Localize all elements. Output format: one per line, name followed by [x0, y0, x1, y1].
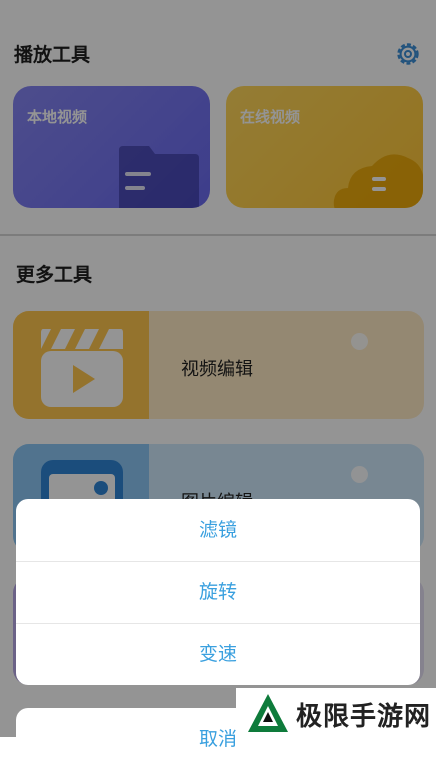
watermark-logo — [248, 694, 288, 732]
watermark-text: 极限手游网 — [296, 702, 432, 732]
action-sheet: 滤镜 旋转 变速 — [16, 499, 420, 685]
option-speed[interactable]: 变速 — [16, 623, 420, 685]
option-filter[interactable]: 滤镜 — [16, 499, 420, 562]
option-rotate[interactable]: 旋转 — [16, 561, 420, 624]
watermark: 极限手游网 — [236, 688, 436, 737]
